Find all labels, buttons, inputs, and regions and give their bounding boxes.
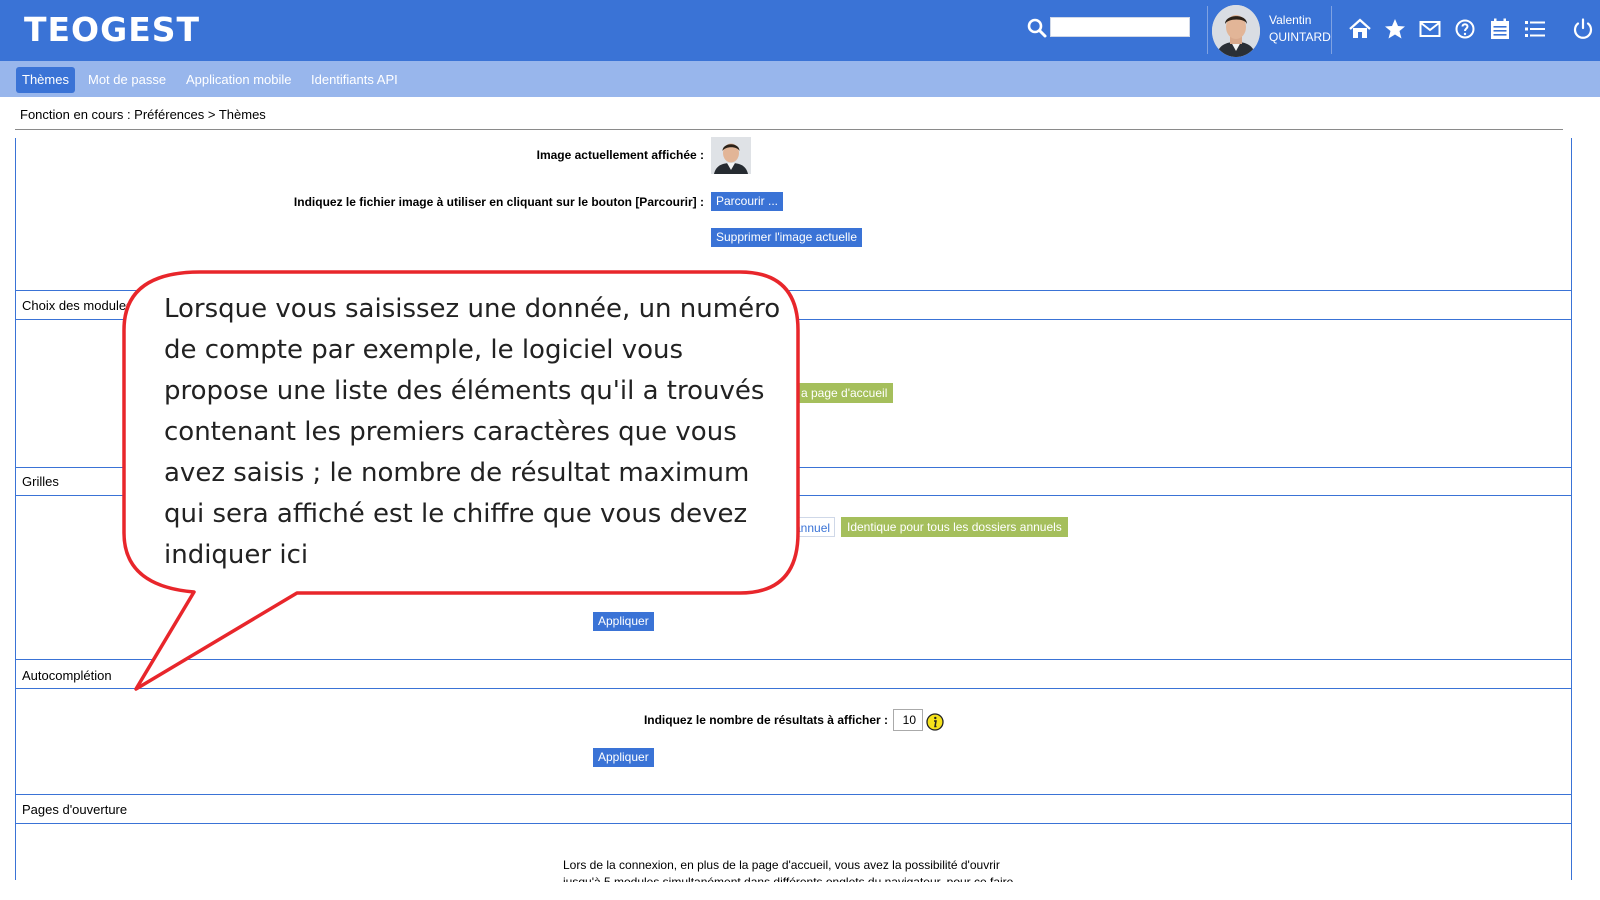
callout-line: indiquer ici bbox=[164, 540, 309, 570]
callout-line: de compte par exemple, le logiciel vous bbox=[164, 335, 684, 365]
browse-button[interactable]: Parcourir ... bbox=[711, 192, 784, 211]
breadcrumb: Fonction en cours : Préférences > Thèmes bbox=[20, 107, 266, 122]
callout-line: qui sera affiché est le chiffre que vous… bbox=[164, 499, 748, 529]
results-count-label: Indiquez le nombre de résultats à affich… bbox=[643, 713, 888, 727]
callout-line: avez saisis ; le nombre de résultat maxi… bbox=[164, 458, 750, 488]
current-image-label: Image actuellement affichée : bbox=[536, 148, 704, 162]
results-count-input[interactable]: 10 bbox=[893, 709, 923, 731]
section-divider bbox=[15, 688, 1571, 689]
tab-mobile-app[interactable]: Application mobile bbox=[180, 67, 298, 93]
callout-text: Lorsque vous saisissez une donnée, un nu… bbox=[164, 289, 784, 576]
section-title-opening-pages: Pages d'ouverture bbox=[22, 802, 128, 817]
help-icon[interactable] bbox=[1453, 17, 1477, 41]
callout-line: propose une liste des éléments qu'il a t… bbox=[164, 376, 765, 406]
user-last-name[interactable]: QUINTARD bbox=[1269, 30, 1331, 44]
tab-password[interactable]: Mot de passe bbox=[82, 67, 172, 93]
same-for-all-button[interactable]: Identique pour tous les dossiers annuels bbox=[841, 517, 1068, 537]
header-divider bbox=[1207, 6, 1208, 54]
delete-image-button[interactable]: Supprimer l'image actuelle bbox=[711, 228, 863, 247]
home-icon[interactable] bbox=[1348, 17, 1372, 41]
section-divider bbox=[15, 659, 1571, 660]
top-bar: TEOGEST Valentin QUINTARD bbox=[0, 0, 1600, 61]
viewport-bottom-mask bbox=[0, 882, 1600, 900]
callout-line: contenant les premiers caractères que vo… bbox=[164, 417, 737, 447]
callout-line: Lorsque vous saisissez une donnée, un nu… bbox=[164, 294, 781, 324]
per-annual-option[interactable]: annuel bbox=[790, 517, 836, 537]
home-page-button[interactable]: a page d'accueil bbox=[795, 383, 894, 403]
info-icon[interactable] bbox=[926, 713, 944, 731]
section-title-modules: Choix des modules bbox=[22, 298, 133, 313]
description-line: Lors de la connexion, en plus de la page… bbox=[563, 858, 1000, 872]
calendar-icon[interactable] bbox=[1488, 17, 1512, 41]
star-icon[interactable] bbox=[1383, 17, 1407, 41]
search-icon[interactable] bbox=[1026, 17, 1048, 39]
current-image-thumbnail bbox=[711, 137, 751, 174]
avatar[interactable] bbox=[1212, 5, 1260, 57]
section-title-grids: Grilles bbox=[22, 474, 59, 489]
section-title-autocomplete: Autocomplétion bbox=[22, 668, 112, 683]
mail-icon[interactable] bbox=[1418, 17, 1442, 41]
app-logo[interactable]: TEOGEST bbox=[24, 10, 200, 49]
header-divider bbox=[1331, 6, 1332, 54]
section-divider bbox=[15, 794, 1571, 795]
breadcrumb-divider bbox=[15, 129, 1563, 130]
power-icon[interactable] bbox=[1571, 17, 1595, 41]
tab-api-ids[interactable]: Identifiants API bbox=[305, 67, 404, 93]
search-input[interactable] bbox=[1050, 17, 1190, 37]
grids-apply-button[interactable]: Appliquer bbox=[593, 612, 654, 631]
list-icon[interactable] bbox=[1523, 17, 1547, 41]
tab-themes[interactable]: Thèmes bbox=[16, 67, 75, 93]
user-first-name[interactable]: Valentin bbox=[1269, 13, 1311, 27]
autocomplete-apply-button[interactable]: Appliquer bbox=[593, 748, 654, 767]
file-image-label: Indiquez le fichier image à utiliser en … bbox=[293, 195, 704, 209]
section-divider bbox=[15, 823, 1571, 824]
